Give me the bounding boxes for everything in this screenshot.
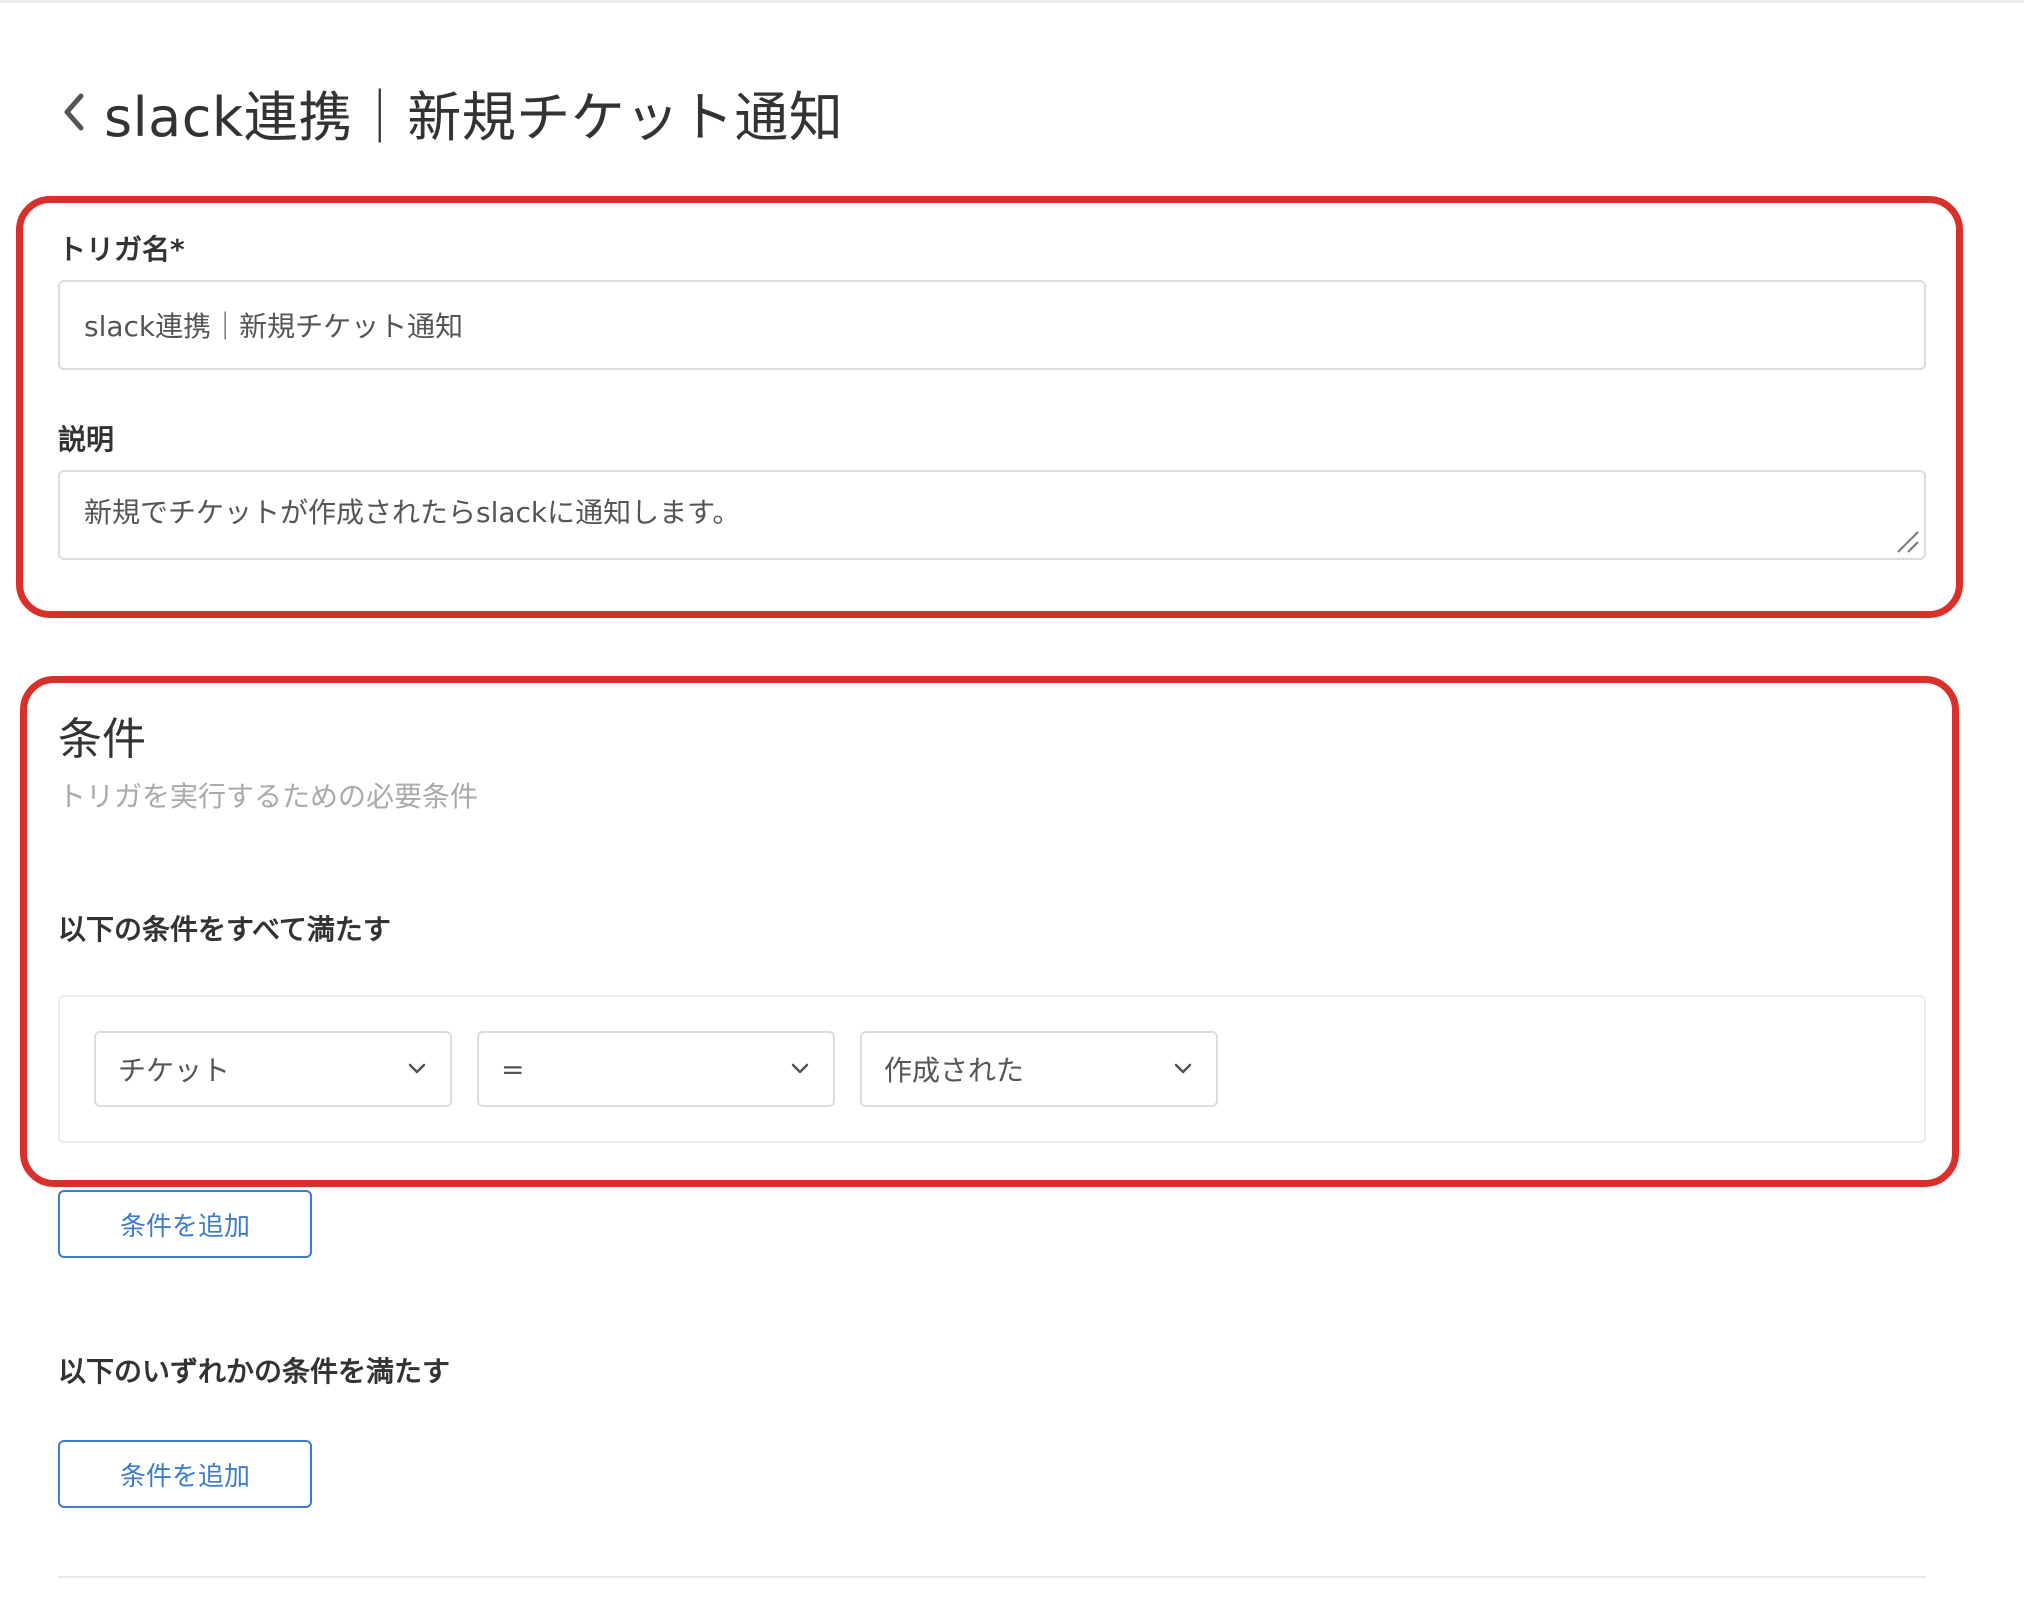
condition-operator-select[interactable]: =	[477, 1031, 835, 1107]
any-conditions-label: 以下のいずれかの条件を満たす	[58, 1355, 451, 1388]
trigger-name-label: トリガ名*	[58, 233, 185, 266]
condition-value-select[interactable]: 作成された	[860, 1031, 1218, 1107]
description-textarea[interactable]: 新規でチケットが作成されたらslackに通知します。	[58, 470, 1926, 560]
conditions-title: 条件	[58, 714, 146, 765]
add-all-condition-button[interactable]: 条件を追加	[58, 1190, 312, 1258]
page-header: slack連携｜新規チケット通知	[56, 72, 843, 152]
resize-handle-icon[interactable]	[1894, 528, 1920, 554]
condition-field-select[interactable]: チケット	[94, 1031, 452, 1107]
chevron-left-icon[interactable]	[56, 82, 92, 142]
description-label: 説明	[58, 423, 115, 456]
chevron-down-icon	[1172, 1058, 1194, 1080]
conditions-subtitle: トリガを実行するための必要条件	[58, 780, 479, 813]
trigger-name-input[interactable]	[58, 280, 1926, 370]
section-divider	[58, 1576, 1926, 1578]
all-conditions-label: 以下の条件をすべて満たす	[58, 913, 391, 946]
top-border	[0, 0, 2024, 3]
condition-value-value: 作成された	[884, 1054, 1025, 1087]
page-title: slack連携｜新規チケット通知	[104, 85, 844, 149]
chevron-down-icon	[406, 1058, 428, 1080]
condition-operator-value: =	[501, 1052, 525, 1086]
add-any-condition-button[interactable]: 条件を追加	[58, 1440, 312, 1508]
condition-field-value: チケット	[118, 1054, 231, 1087]
chevron-down-icon	[789, 1058, 811, 1080]
